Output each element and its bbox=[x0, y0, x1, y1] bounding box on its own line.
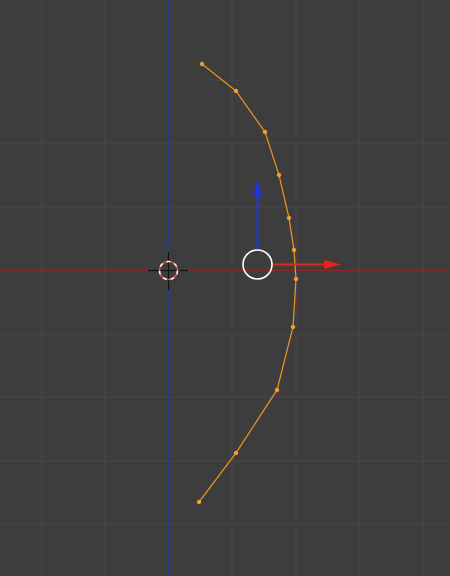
translate-manipulator-icon[interactable] bbox=[242, 180, 341, 280]
x-axis-handle[interactable] bbox=[272, 260, 341, 269]
curve-vertex[interactable] bbox=[233, 88, 239, 94]
3d-cursor-icon[interactable] bbox=[148, 252, 188, 290]
curve-vertex[interactable] bbox=[290, 324, 296, 330]
curve-vertex[interactable] bbox=[276, 172, 282, 178]
viewport-canvas[interactable] bbox=[0, 0, 450, 576]
z-axis-handle[interactable] bbox=[253, 180, 262, 250]
3d-viewport[interactable] bbox=[0, 0, 450, 576]
curve-vertex[interactable] bbox=[293, 276, 299, 282]
curve-vertex[interactable] bbox=[233, 450, 239, 456]
curve-segment-path[interactable] bbox=[198, 63, 297, 503]
curve-vertex[interactable] bbox=[286, 215, 292, 221]
curve-vertex[interactable] bbox=[291, 247, 297, 253]
viewport-grid bbox=[0, 0, 450, 576]
curve-vertex[interactable] bbox=[196, 499, 202, 505]
curve-vertex[interactable] bbox=[199, 61, 205, 67]
manipulator-center-circle[interactable] bbox=[242, 249, 273, 280]
poly-curve[interactable] bbox=[196, 61, 299, 505]
curve-vertex[interactable] bbox=[274, 387, 280, 393]
curve-vertex[interactable] bbox=[262, 129, 268, 135]
